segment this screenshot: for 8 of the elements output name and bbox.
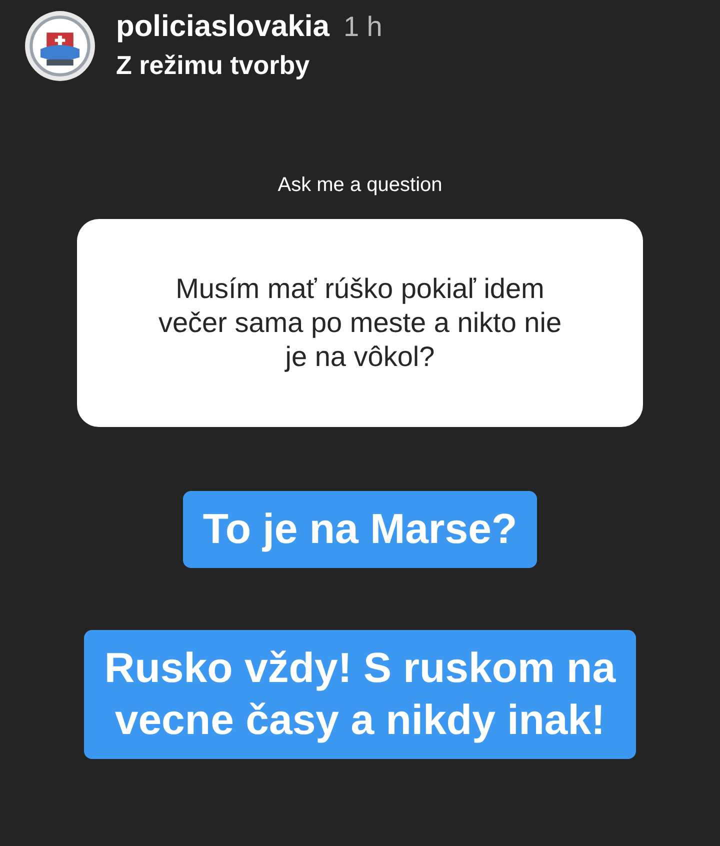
username[interactable]: policiaslovakia bbox=[116, 10, 330, 44]
question-text: Musím mať rúško pokiaľ idem večer sama po meste a nikto nie je na vôkol? bbox=[158, 272, 562, 374]
text-sticker: Rusko vždy! S ruskom na vecne časy a nikdy inak! bbox=[84, 630, 636, 758]
story-subtitle: Z režimu tvorby bbox=[116, 50, 311, 81]
post-time: 1 h bbox=[343, 11, 382, 43]
text-sticker: To je na Marse? bbox=[182, 491, 538, 568]
question-prompt: Ask me a question bbox=[276, 174, 444, 197]
badge-avatar-icon[interactable] bbox=[24, 10, 96, 82]
